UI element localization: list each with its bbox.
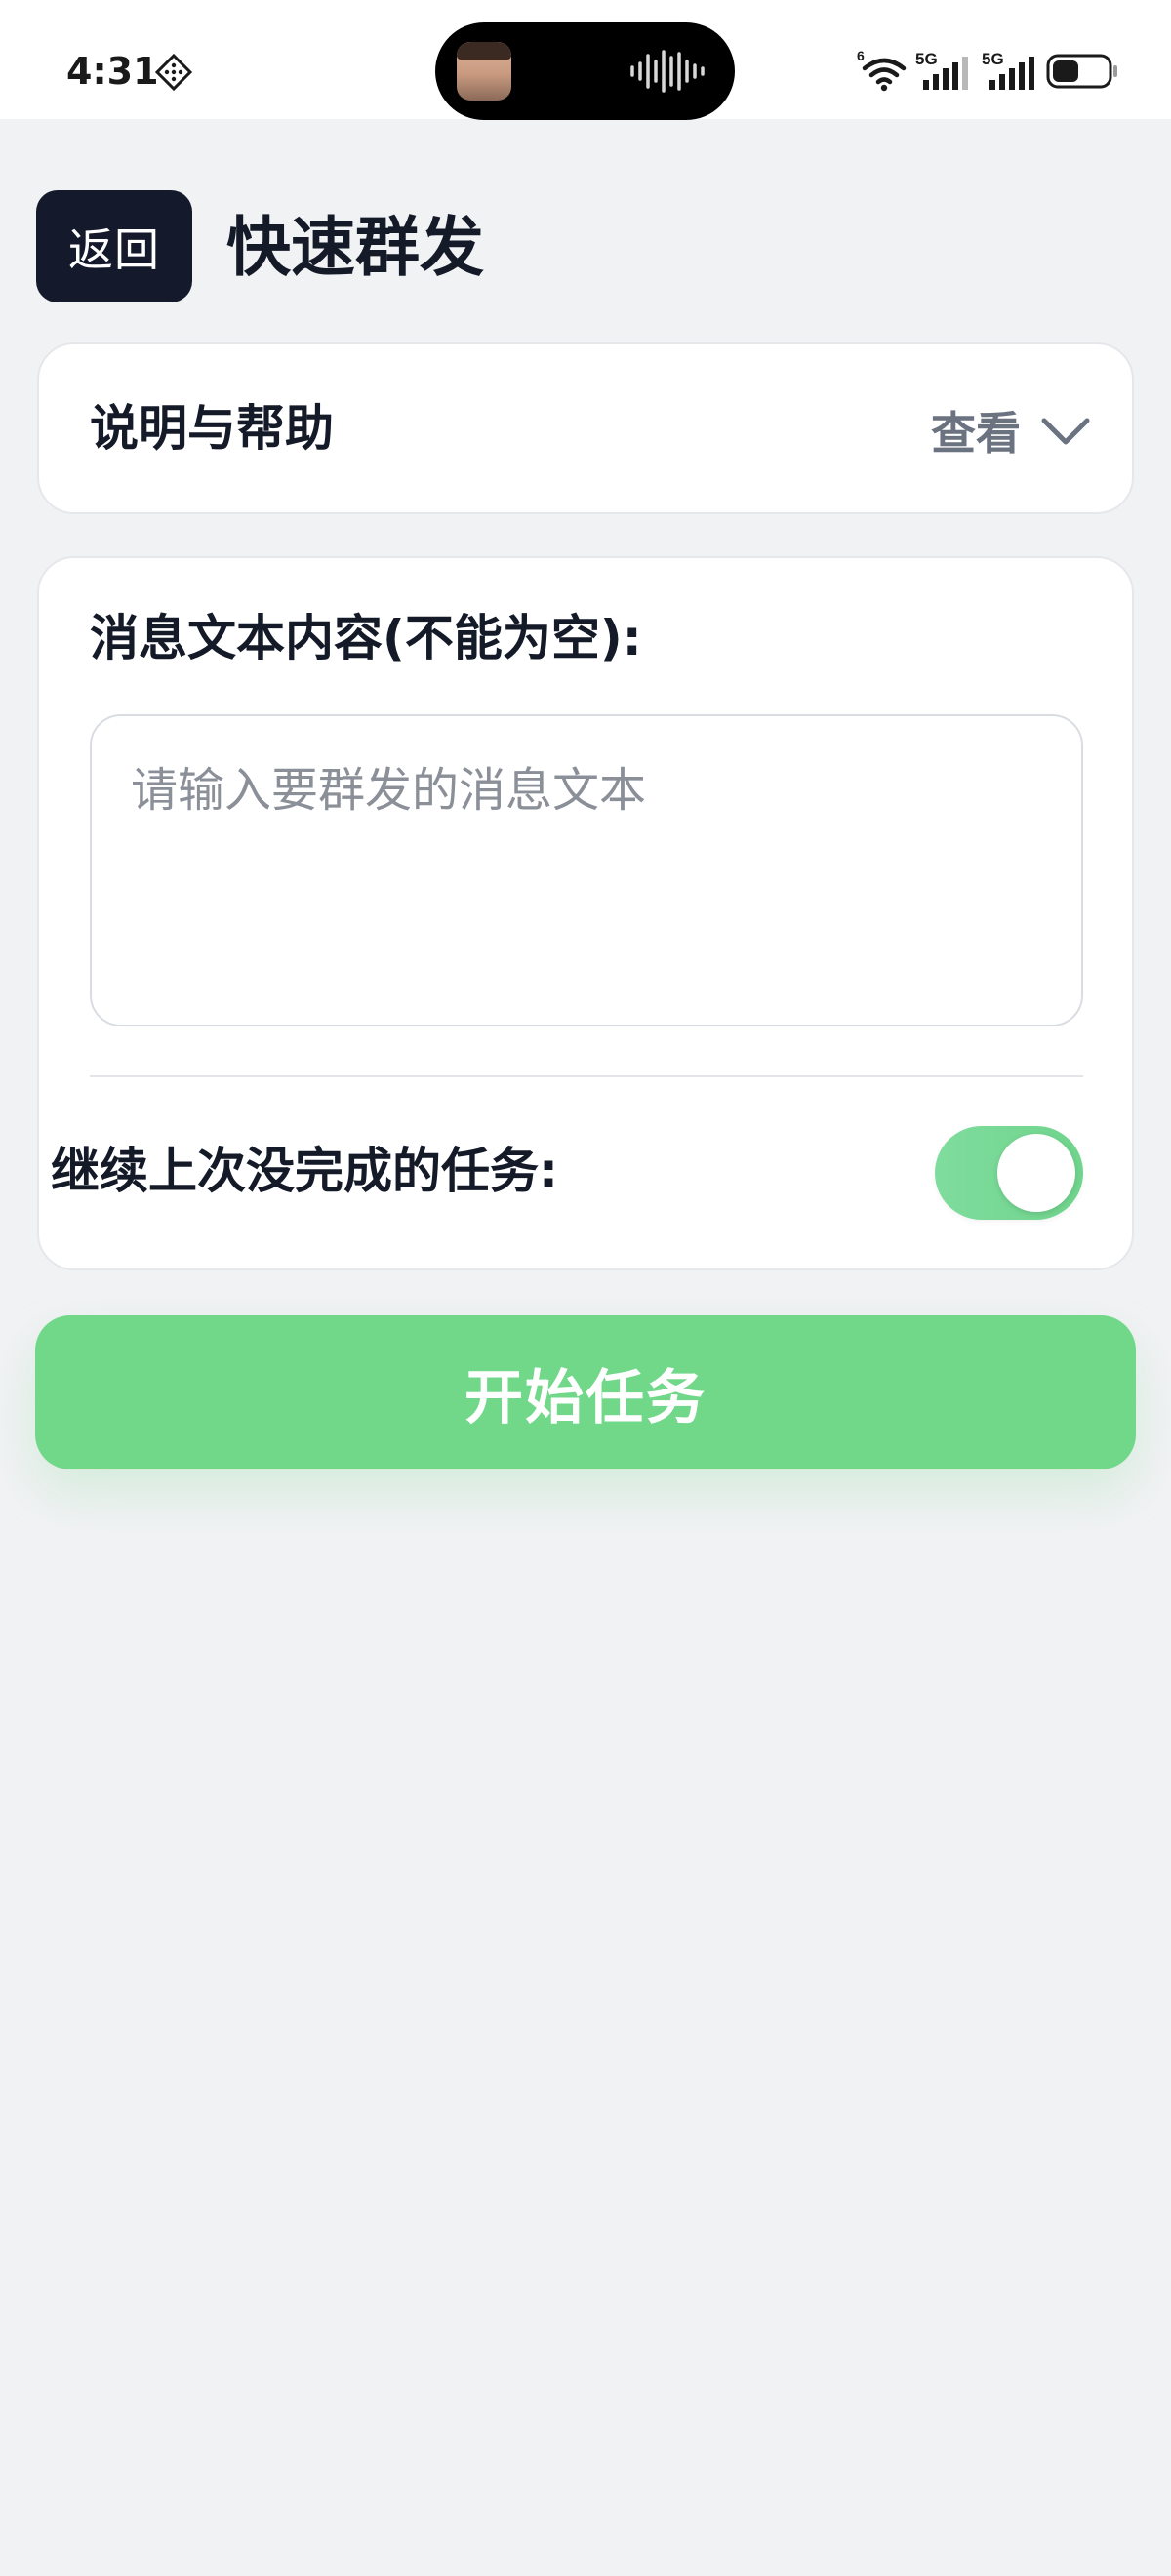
continue-task-label: 继续上次没完成的任务: [51,1143,558,1199]
help-toggle[interactable]: 查看 [931,391,1093,469]
help-card[interactable]: 说明与帮助 查看 [37,342,1134,514]
status-icons: 6 5G 5G [857,49,1120,94]
svg-text:5G: 5G [982,50,1004,68]
audio-wave-icon [630,50,705,93]
signal-5g-icon: 5G [915,50,968,90]
message-textarea[interactable] [90,714,1083,1026]
help-toggle-label: 查看 [931,407,1021,460]
avatar [457,42,511,101]
status-bar: 4:31 6 5G 5G [0,0,1171,120]
sparkle-diamond-icon [154,53,193,92]
dynamic-island[interactable] [435,22,735,120]
svg-text:6: 6 [857,49,865,63]
status-time: 4:31 [66,50,159,93]
wifi-icon: 6 [857,49,907,92]
back-button[interactable]: 返回 [36,190,192,302]
message-label: 消息文本内容(不能为空): [90,610,642,666]
chevron-down-icon [1041,418,1090,445]
svg-text:5G: 5G [915,50,938,68]
divider [90,1075,1083,1077]
signal-5g-icon: 5G [982,50,1034,90]
start-task-button[interactable]: 开始任务 [35,1315,1136,1469]
toggle-knob [997,1134,1075,1212]
page-title: 快速群发 [226,210,484,285]
help-title: 说明与帮助 [90,400,334,457]
continue-task-toggle[interactable] [935,1126,1083,1220]
battery-icon [1046,54,1117,89]
